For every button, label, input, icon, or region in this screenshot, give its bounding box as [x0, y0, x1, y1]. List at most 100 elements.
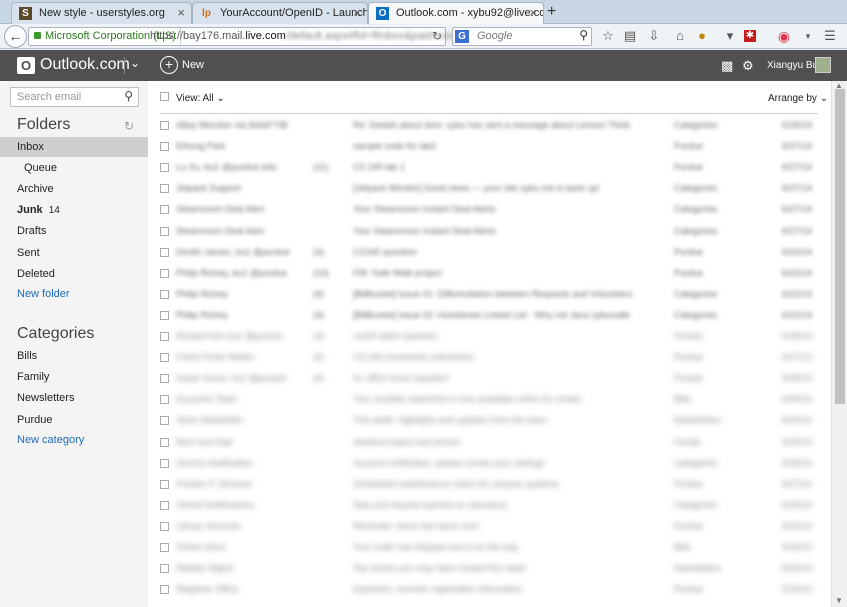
outlook-logo-icon[interactable]: O	[17, 57, 35, 74]
arrange-by-dropdown[interactable]: Arrange by ⌄	[768, 93, 828, 104]
message-checkbox[interactable]	[160, 374, 169, 384]
avatar[interactable]	[815, 57, 831, 73]
download-icon[interactable]: ⇩	[646, 28, 662, 44]
outlook-brand[interactable]: Outlook.com	[40, 56, 130, 74]
message-row[interactable]: Online Store Your order has shipped and i…	[148, 537, 831, 558]
folder-queue[interactable]: Queue	[0, 158, 148, 178]
message-row[interactable]: Sarah Jones, bu1 @purdue (4) re: office ho…	[148, 368, 831, 389]
message-row[interactable]: Philip Richey (4) [BitBucket] Issue #1: Di…	[148, 284, 831, 305]
category-bills[interactable]: Bills	[0, 346, 148, 366]
folder-inbox[interactable]: Inbox	[0, 137, 148, 157]
chevron-down-icon[interactable]: ▾	[722, 28, 738, 44]
message-row[interactable]: Richard Kim bu1 @purdue (4) cs240 lab01 qu…	[148, 326, 831, 347]
message-row[interactable]: Dimitri James, bu1 @purdue (4) CS240 quest…	[148, 242, 831, 263]
message-checkbox[interactable]	[160, 353, 169, 363]
bookmark-star-icon[interactable]: ☆	[600, 28, 616, 44]
browser-tab-userstyles[interactable]: S New style - userstyles.org ×	[11, 2, 192, 24]
folder-junk[interactable]: Junk 14	[0, 200, 148, 220]
browser-search-bar[interactable]: G Google ⚲	[452, 27, 592, 46]
message-row[interactable]: Jetpack Support [Jetpack Monitor] Good ne…	[148, 178, 831, 199]
close-tab-icon[interactable]: ×	[177, 5, 185, 20]
folder-drafts[interactable]: Drafts	[0, 221, 148, 241]
new-folder-link[interactable]: New folder	[0, 284, 148, 304]
message-row[interactable]: Github Notifications New pull request ope…	[148, 495, 831, 516]
select-all-checkbox[interactable]	[160, 92, 169, 101]
menu-hamburger-icon[interactable]: ☰	[822, 28, 838, 44]
scrollbar[interactable]: ▲ ▼	[831, 81, 847, 607]
message-row[interactable]: Steamroom Deal Alert Your Steamroom Insta…	[148, 221, 831, 242]
pocket-icon[interactable]: ◉	[776, 28, 792, 44]
message-checkbox[interactable]	[160, 543, 169, 552]
extension-red-icon[interactable]: ✱	[744, 30, 756, 42]
search-icon[interactable]: ⚲	[579, 28, 588, 42]
message-row[interactable]: Service Notification Account notification…	[148, 453, 831, 474]
message-row[interactable]: Accounts Team Your monthly statement is n…	[148, 389, 831, 410]
message-checkbox[interactable]	[160, 585, 169, 595]
scroll-down-arrow-icon[interactable]: ▼	[835, 596, 843, 605]
message-checkbox[interactable]	[160, 142, 169, 152]
message-row[interactable]: Philip Richey (4) [BitBucket] Issue #2: Ho…	[148, 305, 831, 326]
message-checkbox[interactable]	[160, 121, 169, 130]
message-row[interactable]: Lu Xu, bu1 @purdue.edu (11) CS 240 lab 1 Pu…	[148, 157, 831, 178]
message-row[interactable]: Philip Richey, bu1 @purdue (10) FW: Safe W…	[148, 263, 831, 284]
google-engine-icon[interactable]: G	[455, 30, 469, 43]
refresh-icon[interactable]: ↻	[124, 119, 134, 133]
message-checkbox[interactable]	[160, 395, 169, 405]
message-row[interactable]: Library Services Reminder: items due back…	[148, 516, 831, 537]
home-icon[interactable]: ⌂	[672, 28, 688, 44]
message-checkbox[interactable]	[160, 521, 169, 531]
message-checkbox[interactable]	[160, 268, 169, 278]
browser-tab-launchpad[interactable]: lp YourAccount/OpenID - Launchpa... ×	[192, 2, 368, 24]
dropdown-arrow-icon[interactable]: ▾	[800, 28, 816, 44]
message-checkbox[interactable]	[160, 205, 169, 215]
gear-icon[interactable]: ⚙	[742, 58, 754, 74]
browser-tab-outlook[interactable]: O Outlook.com - xybu92@live.com ×	[368, 2, 544, 25]
messenger-icon[interactable]: ▩	[721, 58, 733, 74]
message-checkbox[interactable]	[160, 226, 169, 236]
message-checkbox[interactable]	[160, 458, 169, 468]
category-purdue[interactable]: Purdue	[0, 410, 148, 430]
folder-sent[interactable]: Sent	[0, 243, 148, 263]
message-checkbox[interactable]	[160, 184, 169, 194]
category-family[interactable]: Family	[0, 367, 148, 387]
message-checkbox[interactable]	[160, 437, 169, 447]
bookmarks-list-icon[interactable]: ▤	[622, 28, 638, 44]
close-tab-icon[interactable]: ×	[529, 5, 537, 20]
new-tab-button[interactable]: +	[547, 4, 556, 20]
url-bar[interactable]: Microsoft Corporation (US) https://bay17…	[28, 27, 468, 46]
close-tab-icon[interactable]: ×	[353, 5, 361, 20]
message-row[interactable]: Registrar Office Important: summer regist…	[148, 579, 831, 600]
message-row[interactable]: Purdue IT Services Scheduled maintenance …	[148, 474, 831, 495]
scrollbar-thumb[interactable]	[835, 89, 845, 404]
message-checkbox[interactable]	[160, 247, 169, 257]
message-checkbox[interactable]	[160, 500, 169, 510]
reload-icon[interactable]: ↻	[432, 28, 442, 45]
user-name[interactable]: Xiangyu Bu	[767, 60, 818, 71]
message-checkbox[interactable]	[160, 416, 169, 426]
new-message-button[interactable]: + New	[160, 56, 204, 74]
folder-deleted[interactable]: Deleted	[0, 264, 148, 284]
view-filter-dropdown[interactable]: View: All ⌄	[176, 93, 225, 104]
message-checkbox[interactable]	[160, 564, 169, 574]
message-subject: Scheduled maintenance notice for campus …	[353, 478, 559, 489]
search-icon[interactable]: ⚲	[124, 89, 133, 103]
app-switcher-chevron-icon[interactable]: ⌄	[130, 56, 140, 70]
search-email-input[interactable]: Search email ⚲	[10, 87, 139, 107]
category-newsletters[interactable]: Newsletters	[0, 388, 148, 408]
message-row[interactable]: Team Newsletter This week: highlights and…	[148, 410, 831, 431]
message-row[interactable]: eBay Member via IbidsFYIB Re: Details abo…	[148, 115, 831, 136]
message-checkbox[interactable]	[160, 163, 169, 173]
message-row[interactable]: Weekly Digest Top stories you may have mi…	[148, 558, 831, 579]
new-category-link[interactable]: New category	[0, 430, 148, 450]
message-row[interactable]: Frank Porter Mellon (4) CS 240 homework su…	[148, 347, 831, 368]
message-row[interactable]: Mom and Dad weekend plans and photos Famil…	[148, 432, 831, 453]
message-row[interactable]: Ethong Park sample code for lab2 Purdue 6/2…	[148, 136, 831, 157]
message-checkbox[interactable]	[160, 479, 169, 489]
back-button[interactable]: ←	[4, 25, 27, 48]
folder-archive[interactable]: Archive	[0, 179, 148, 199]
message-checkbox[interactable]	[160, 332, 169, 341]
message-checkbox[interactable]	[160, 310, 169, 320]
message-row[interactable]: Steamroom Deal Alert Your Steamroom Insta…	[148, 199, 831, 220]
extension-badge-icon[interactable]: ●	[694, 28, 710, 44]
message-checkbox[interactable]	[160, 289, 169, 299]
